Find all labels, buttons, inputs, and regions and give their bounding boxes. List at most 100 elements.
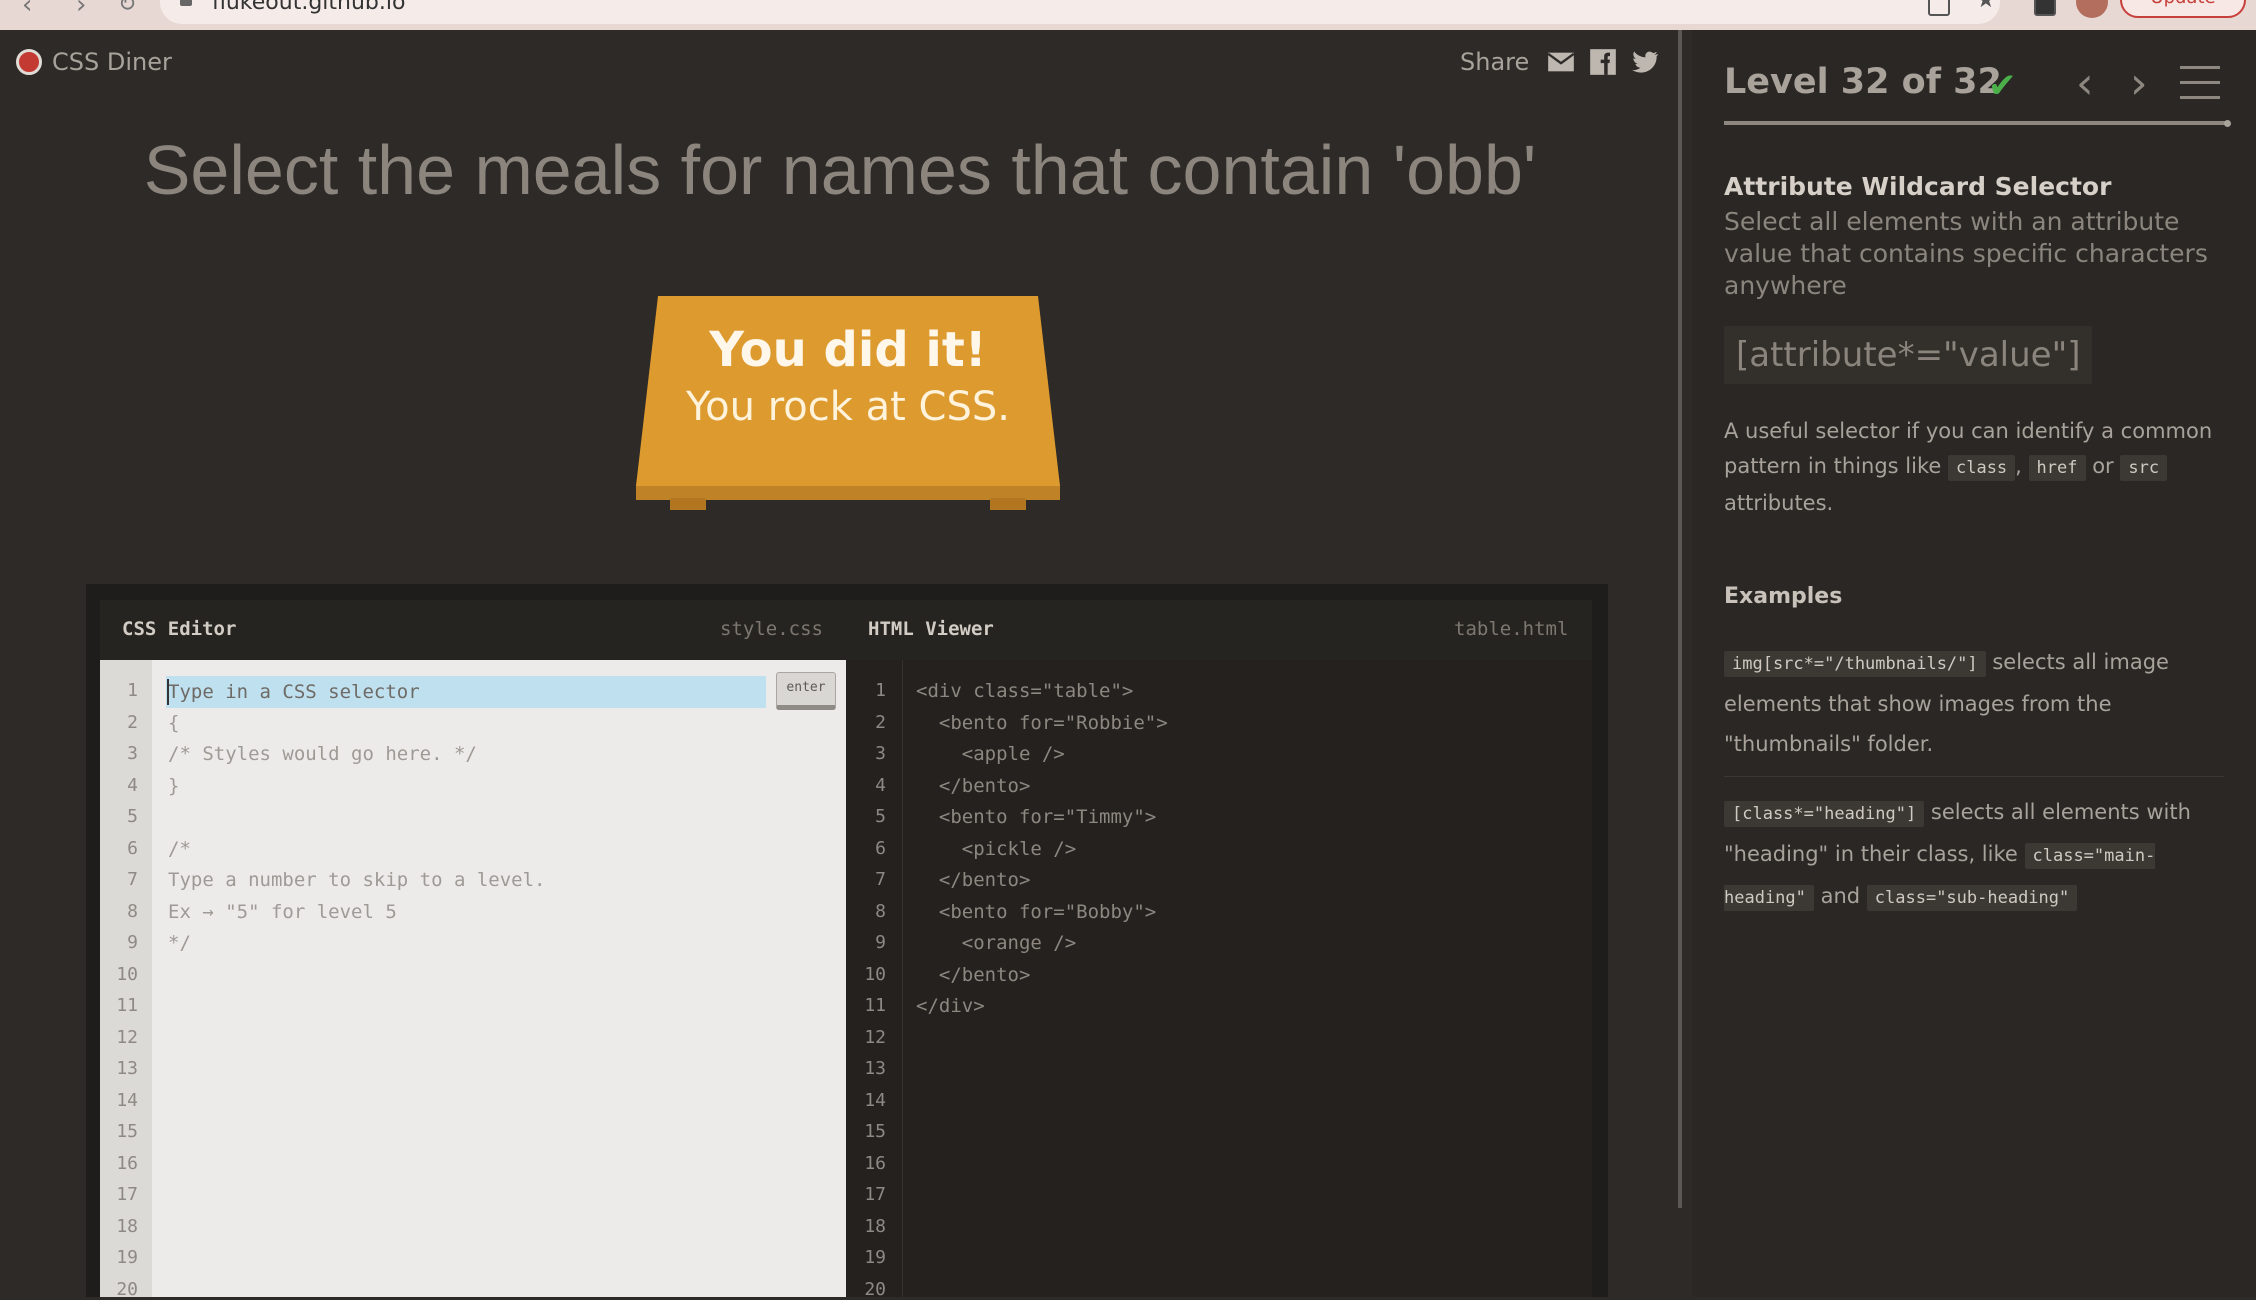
- lock-icon: [180, 0, 192, 6]
- line-number: 15: [116, 1121, 138, 1142]
- code-line: </bento>: [916, 774, 1031, 797]
- completed-check-icon: ✔: [1988, 66, 2017, 106]
- line-number: 4: [127, 774, 138, 796]
- enter-button[interactable]: enter: [776, 672, 836, 710]
- line-number: 15: [864, 1121, 886, 1142]
- selector-hint: A useful selector if you can identify a …: [1724, 414, 2234, 521]
- line-number: 13: [864, 1058, 886, 1079]
- line-number: 19: [116, 1247, 138, 1268]
- examples-divider: [1724, 776, 2224, 777]
- bookmark-star-icon[interactable]: ★: [1976, 0, 1996, 13]
- line-number: 9: [127, 932, 138, 953]
- level-menu-icon[interactable]: [2180, 66, 2220, 100]
- line-number: 17: [864, 1184, 886, 1205]
- line-number: 20: [864, 1278, 886, 1300]
- css-editor-title: CSS Editor: [122, 618, 237, 640]
- line-number: 18: [116, 1215, 138, 1237]
- browser-toolbar: ‹ › ↻ flukeout.github.io ★ Update: [0, 0, 2256, 30]
- update-button[interactable]: Update: [2120, 0, 2246, 18]
- line-number: 2: [875, 711, 886, 733]
- selector-name: Attribute Wildcard Selector: [1724, 172, 2112, 201]
- line-number: 14: [116, 1089, 138, 1111]
- avatar[interactable]: [2076, 0, 2108, 18]
- plate-logo-icon: [16, 49, 42, 75]
- code-line: <div class="table">: [916, 680, 1134, 702]
- brand-name: CSS Diner: [52, 48, 172, 76]
- win-title: You did it!: [709, 322, 987, 378]
- line-number: 11: [116, 995, 138, 1016]
- line-number: 10: [864, 963, 886, 985]
- line-number: 14: [864, 1089, 886, 1111]
- panel-divider[interactable]: [1678, 30, 1682, 1208]
- code-line: <bento for="Bobby">: [916, 900, 1157, 923]
- code-line: </bento>: [916, 963, 1031, 986]
- share-label: Share: [1460, 48, 1530, 76]
- line-number: 4: [875, 774, 886, 796]
- forward-icon[interactable]: ›: [76, 0, 86, 20]
- share-bar: Share: [1460, 48, 1659, 76]
- line-number: 6: [127, 837, 138, 859]
- reload-icon[interactable]: ↻: [118, 0, 136, 17]
- line-number: 13: [116, 1058, 138, 1079]
- order-instruction: Select the meals for names that contain …: [143, 131, 1537, 209]
- email-icon[interactable]: [1547, 48, 1575, 76]
- code-line: {: [168, 711, 180, 734]
- line-number: 19: [864, 1247, 886, 1268]
- level-indicator: Level 32 of 32: [1724, 62, 2002, 102]
- twitter-icon[interactable]: [1631, 48, 1659, 76]
- line-number: 5: [127, 806, 138, 827]
- previous-level-icon[interactable]: ‹: [2076, 58, 2094, 109]
- line-number: 9: [875, 932, 886, 953]
- example-code: [class*="heading"]: [1724, 801, 1925, 827]
- css-selector-input[interactable]: [166, 676, 766, 708]
- progress-dot: [2224, 120, 2231, 127]
- line-number: 3: [875, 743, 886, 764]
- code-line: <bento for="Robbie">: [916, 711, 1168, 734]
- line-number: 12: [864, 1026, 886, 1048]
- example-and: and: [1820, 884, 1861, 908]
- line-number: 1: [127, 680, 138, 701]
- table-leg-right: [990, 498, 1026, 510]
- selector-syntax: [attribute*="value"]: [1724, 326, 2093, 384]
- code-line: */: [168, 932, 191, 954]
- address-bar[interactable]: [160, 0, 2000, 24]
- table-leg-left: [670, 498, 706, 510]
- line-number: 20: [116, 1278, 138, 1300]
- line-number: 7: [127, 869, 138, 890]
- hint-or: or: [2092, 454, 2114, 478]
- code-line: Ex → "5" for level 5: [168, 900, 397, 923]
- win-subtitle: You rock at CSS.: [686, 384, 1010, 430]
- back-icon[interactable]: ‹: [22, 0, 32, 20]
- html-file-name: table.html: [1454, 618, 1569, 640]
- example-1: img[src*="/thumbnails/"] selects all ima…: [1724, 642, 2244, 764]
- line-number: 8: [127, 900, 138, 922]
- html-viewer-title: HTML Viewer: [868, 618, 994, 640]
- hint-separator: ,: [2015, 454, 2022, 478]
- facebook-icon[interactable]: [1589, 48, 1617, 76]
- line-number: 1: [875, 680, 886, 701]
- hint-tag-class: class: [1947, 455, 2016, 481]
- line-number: 16: [864, 1152, 886, 1174]
- hint-post: attributes.: [1724, 491, 1834, 515]
- line-number: 18: [864, 1215, 886, 1237]
- share-page-icon[interactable]: [1928, 0, 1950, 16]
- line-number: 8: [875, 900, 886, 922]
- css-file-name: style.css: [720, 618, 823, 640]
- line-number: 5: [875, 806, 886, 827]
- code-line: </bento>: [916, 869, 1031, 891]
- hint-tag-href: href: [2028, 455, 2086, 481]
- level-progress-bar: [1724, 121, 2228, 125]
- extensions-icon[interactable]: [2034, 0, 2056, 16]
- code-line: Type a number to skip to a level.: [168, 869, 546, 891]
- example-code: img[src*="/thumbnails/"]: [1724, 651, 1986, 677]
- next-level-icon[interactable]: ›: [2130, 58, 2148, 109]
- code-line: </div>: [916, 995, 985, 1017]
- example-code: class="sub-heading": [1866, 885, 2078, 911]
- example-2: [class*="heading"] selects all elements …: [1724, 792, 2244, 918]
- brand[interactable]: CSS Diner: [16, 48, 172, 76]
- code-line: <pickle />: [916, 837, 1077, 860]
- hint-tag-src: src: [2120, 455, 2168, 481]
- code-line: <bento for="Timmy">: [916, 806, 1157, 828]
- url-text[interactable]: flukeout.github.io: [212, 0, 405, 15]
- code-line: <apple />: [916, 743, 1065, 765]
